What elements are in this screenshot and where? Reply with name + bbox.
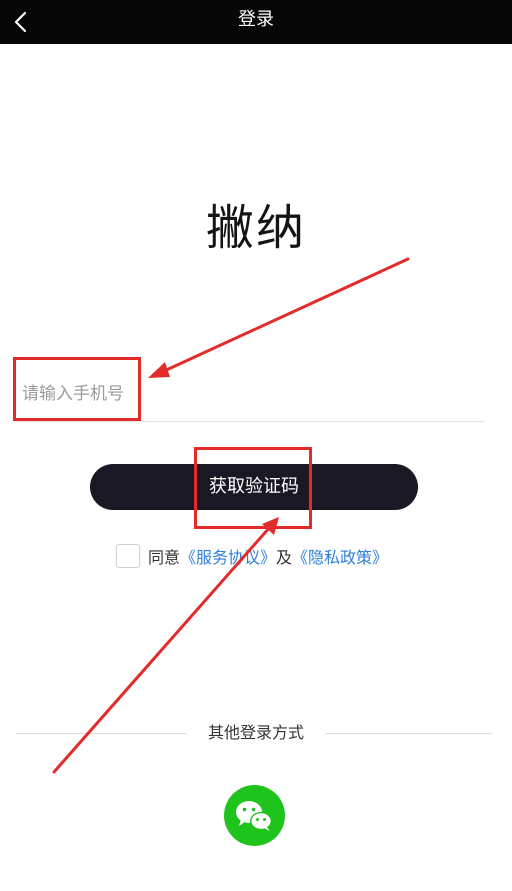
get-verification-code-button[interactable]: 获取验证码 <box>90 464 418 510</box>
service-agreement-link[interactable]: 《服务协议》 <box>180 544 276 568</box>
agreement-row: 同意 《服务协议》 及 《隐私政策》 <box>116 542 388 570</box>
other-login-label: 其他登录方式 <box>207 723 304 742</box>
divider-left <box>16 733 186 734</box>
privacy-policy-link[interactable]: 《隐私政策》 <box>292 544 388 568</box>
phone-number-input[interactable] <box>22 376 482 412</box>
login-screen: 登录 撇纳 获取验证码 同意 《服务协议》 及 《隐私政策》 其他登录方式 <box>0 0 512 891</box>
app-title: 撇纳 <box>205 200 306 256</box>
wechat-login-button[interactable] <box>224 785 285 846</box>
arrow-to-phone-input <box>160 257 410 374</box>
agreement-checkbox[interactable] <box>116 544 140 568</box>
agreement-and: 及 <box>276 548 293 567</box>
navigation-bar: 登录 <box>0 0 512 44</box>
annotation-arrows <box>52 257 410 774</box>
divider-right <box>326 733 492 734</box>
nav-title: 登录 <box>238 9 274 30</box>
input-underline <box>16 421 484 422</box>
arrow-head-get-code-button <box>262 517 279 535</box>
agreement-prefix: 同意 <box>148 548 181 567</box>
wechat-icon <box>236 801 272 831</box>
